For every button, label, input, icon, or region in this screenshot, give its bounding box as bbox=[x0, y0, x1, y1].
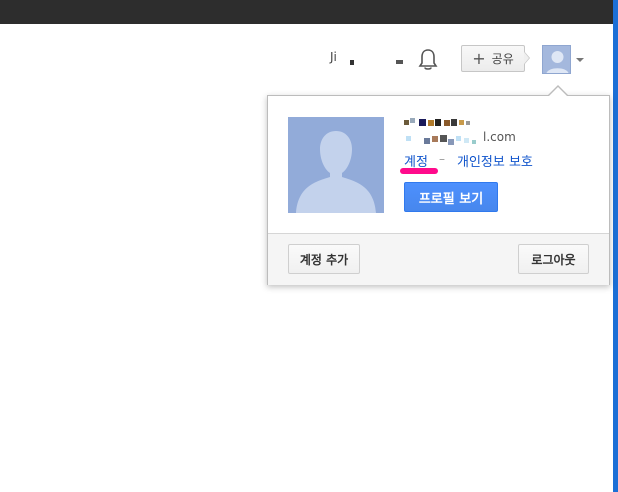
profile-photo[interactable] bbox=[288, 117, 384, 213]
window-edge bbox=[613, 0, 618, 492]
account-avatar-button[interactable] bbox=[542, 45, 571, 74]
privacy-link[interactable]: 개인정보 보호 bbox=[457, 151, 533, 170]
annotation-underline bbox=[400, 168, 438, 174]
bell-icon[interactable] bbox=[418, 48, 438, 72]
popup-notch-inner bbox=[549, 87, 567, 96]
separator: – bbox=[439, 152, 445, 166]
email-redacted bbox=[404, 118, 494, 148]
redacted-mark bbox=[396, 60, 403, 64]
chevron-down-icon[interactable] bbox=[576, 58, 584, 62]
share-label: 공유 bbox=[491, 52, 514, 66]
share-button[interactable]: + 공유 bbox=[461, 45, 525, 72]
user-name[interactable]: Ji bbox=[330, 50, 337, 64]
email-suffix: l.com bbox=[483, 130, 516, 144]
top-bar bbox=[0, 0, 618, 24]
plus-icon: + bbox=[472, 48, 486, 68]
logout-button[interactable]: 로그아웃 bbox=[518, 244, 589, 274]
redacted-mark bbox=[350, 60, 354, 65]
view-profile-button[interactable]: 프로필 보기 bbox=[404, 182, 498, 212]
share-arrow-inner bbox=[524, 52, 529, 64]
add-account-button[interactable]: 계정 추가 bbox=[288, 244, 360, 274]
